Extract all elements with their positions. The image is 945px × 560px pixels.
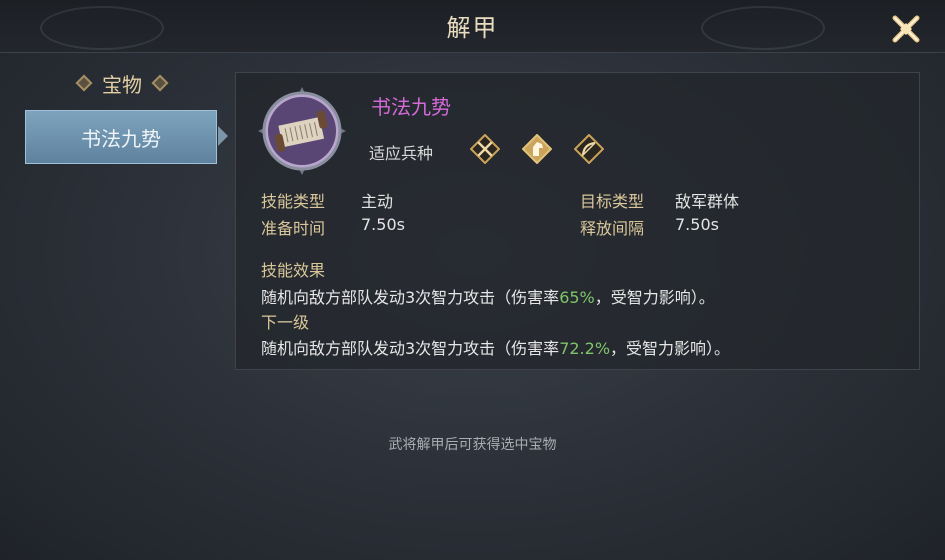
prepare-time-value: 7.50s xyxy=(361,215,405,234)
close-icon xyxy=(892,15,920,43)
crossed-spears-icon xyxy=(470,134,500,164)
sidebar-header: 宝物 xyxy=(62,68,182,98)
sidebar-item-treasure[interactable]: 书法九势 xyxy=(25,110,217,164)
close-button[interactable] xyxy=(889,12,923,46)
next-level-description: 随机向敌方部队发动3次智力攻击（伤害率72.2%，受智力影响）。 xyxy=(261,335,730,359)
cooldown-label: 释放间隔 xyxy=(580,219,645,238)
sidebar-item-label: 书法九势 xyxy=(81,126,161,151)
sidebar-header-label: 宝物 xyxy=(102,72,142,97)
skill-type-value: 主动 xyxy=(361,192,394,211)
effect-title: 技能效果 xyxy=(261,261,326,280)
next-damage-rate: 72.2% xyxy=(559,339,611,358)
next-text-suffix: ，受智力影响）。 xyxy=(610,339,731,358)
effect-text-suffix: ，受智力影响）。 xyxy=(594,288,715,307)
bow-icon xyxy=(574,134,604,164)
effect-description: 随机向敌方部队发动3次智力攻击（伤害率65%，受智力影响）。 xyxy=(261,284,715,308)
target-type-value: 敌军群体 xyxy=(675,192,740,211)
diamond-icon xyxy=(151,74,169,92)
troop-type-label: 适应兵种 xyxy=(369,144,434,163)
next-text-prefix: 随机向敌方部队发动3次智力攻击（伤害率 xyxy=(261,339,560,358)
footer-note: 武将解甲后可获得选中宝物 xyxy=(388,437,557,453)
damage-rate: 65% xyxy=(559,288,595,307)
window-title: 解甲 xyxy=(446,14,499,42)
diamond-icon xyxy=(75,74,93,92)
effect-text-prefix: 随机向敌方部队发动3次智力攻击（伤害率 xyxy=(261,288,560,307)
skill-type-label: 技能类型 xyxy=(261,192,326,211)
cooldown-value: 7.50s xyxy=(675,215,719,234)
next-level-title: 下一级 xyxy=(261,313,310,332)
skill-name: 书法九势 xyxy=(371,95,451,119)
selection-arrow-icon xyxy=(218,126,228,146)
scroll-icon xyxy=(258,87,346,175)
target-type-label: 目标类型 xyxy=(580,192,645,211)
skill-detail-panel: 书法九势 适应兵种 技能类型 主动 目标类型 敌军群体 准备时间 7.50s 释… xyxy=(235,72,920,370)
title-bar: 解甲 xyxy=(0,0,945,53)
horse-icon xyxy=(522,134,552,164)
prepare-time-label: 准备时间 xyxy=(261,219,326,238)
